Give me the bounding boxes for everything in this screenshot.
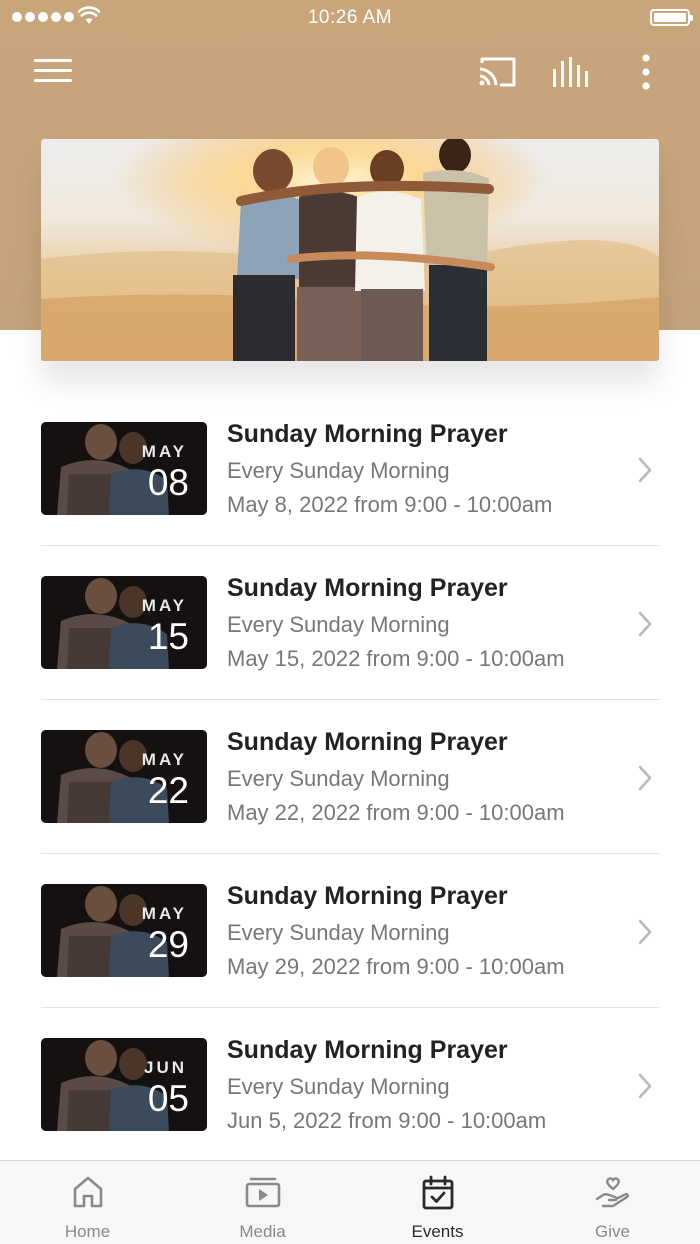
event-month: MAY bbox=[141, 904, 187, 923]
chevron-right-icon bbox=[638, 765, 652, 791]
status-time: 10:26 AM bbox=[307, 7, 393, 28]
event-date: May 15, 2022 from 9:00 - 10:00am bbox=[227, 646, 565, 671]
event-date: May 29, 2022 from 9:00 - 10:00am bbox=[227, 954, 565, 979]
status-bar: 10:26 AM bbox=[0, 0, 700, 36]
battery-icon bbox=[650, 9, 693, 26]
tab-label: Events bbox=[411, 1222, 464, 1241]
event-title: Sunday Morning Prayer bbox=[227, 728, 508, 756]
event-day: 15 bbox=[147, 616, 189, 657]
event-thumbnail: MAY 22 bbox=[41, 730, 207, 823]
event-subtitle: Every Sunday Morning bbox=[227, 920, 450, 945]
event-date: May 8, 2022 from 9:00 - 10:00am bbox=[227, 492, 553, 517]
home-icon bbox=[73, 1176, 102, 1208]
event-row[interactable]: JUN 05 Sunday Morning Prayer Every Sunda… bbox=[41, 1008, 659, 1162]
chevron-right-icon bbox=[638, 611, 652, 637]
event-title: Sunday Morning Prayer bbox=[227, 574, 508, 602]
event-month: MAY bbox=[141, 442, 187, 461]
event-date: May 22, 2022 from 9:00 - 10:00am bbox=[227, 800, 565, 825]
chevron-right-icon bbox=[638, 457, 652, 483]
audio-bars-icon[interactable] bbox=[552, 55, 592, 89]
event-month: JUN bbox=[143, 1058, 187, 1077]
tab-label: Home bbox=[64, 1222, 111, 1241]
event-day: 29 bbox=[147, 924, 189, 965]
chevron-right-icon bbox=[638, 919, 652, 945]
event-day: 08 bbox=[147, 462, 189, 503]
event-thumbnail: MAY 29 bbox=[41, 884, 207, 977]
event-subtitle: Every Sunday Morning bbox=[227, 458, 450, 483]
media-play-icon bbox=[245, 1177, 280, 1208]
event-month: MAY bbox=[141, 750, 187, 769]
event-row[interactable]: MAY 15 Sunday Morning Prayer Every Sunda… bbox=[41, 546, 659, 700]
event-thumbnail: JUN 05 bbox=[41, 1038, 207, 1131]
event-date: Jun 5, 2022 from 9:00 - 10:00am bbox=[227, 1108, 547, 1133]
event-subtitle: Every Sunday Morning bbox=[227, 766, 450, 791]
event-day: 05 bbox=[147, 1078, 189, 1119]
give-hand-heart-icon bbox=[595, 1177, 629, 1208]
more-vertical-icon[interactable] bbox=[638, 53, 654, 91]
tab-events[interactable]: Events bbox=[350, 1161, 525, 1244]
tab-give[interactable]: Give bbox=[525, 1161, 700, 1244]
event-row[interactable]: MAY 08 Sunday Morning Prayer Every Sunda… bbox=[41, 392, 659, 546]
hamburger-menu-icon[interactable] bbox=[34, 57, 72, 85]
event-title: Sunday Morning Prayer bbox=[227, 1036, 508, 1064]
event-row[interactable]: MAY 29 Sunday Morning Prayer Every Sunda… bbox=[41, 854, 659, 1008]
event-month: MAY bbox=[141, 596, 187, 615]
tab-bar: Home Media Events Give bbox=[0, 1160, 700, 1244]
event-subtitle: Every Sunday Morning bbox=[227, 1074, 450, 1099]
event-title: Sunday Morning Prayer bbox=[227, 882, 508, 910]
tab-label: Give bbox=[595, 1222, 630, 1241]
hero-banner-image bbox=[41, 139, 659, 361]
cast-icon[interactable] bbox=[478, 55, 518, 89]
event-subtitle: Every Sunday Morning bbox=[227, 612, 450, 637]
chevron-right-icon bbox=[638, 1073, 652, 1099]
tab-home[interactable]: Home bbox=[0, 1161, 175, 1244]
event-title: Sunday Morning Prayer bbox=[227, 420, 508, 448]
tab-media[interactable]: Media bbox=[175, 1161, 350, 1244]
tab-label: Media bbox=[239, 1222, 286, 1241]
events-list: MAY 08 Sunday Morning Prayer Every Sunda… bbox=[41, 392, 659, 1162]
event-thumbnail: MAY 15 bbox=[41, 576, 207, 669]
event-thumbnail: MAY 08 bbox=[41, 422, 207, 515]
event-row[interactable]: MAY 22 Sunday Morning Prayer Every Sunda… bbox=[41, 700, 659, 854]
event-day: 22 bbox=[147, 770, 189, 811]
calendar-check-icon bbox=[422, 1175, 453, 1210]
